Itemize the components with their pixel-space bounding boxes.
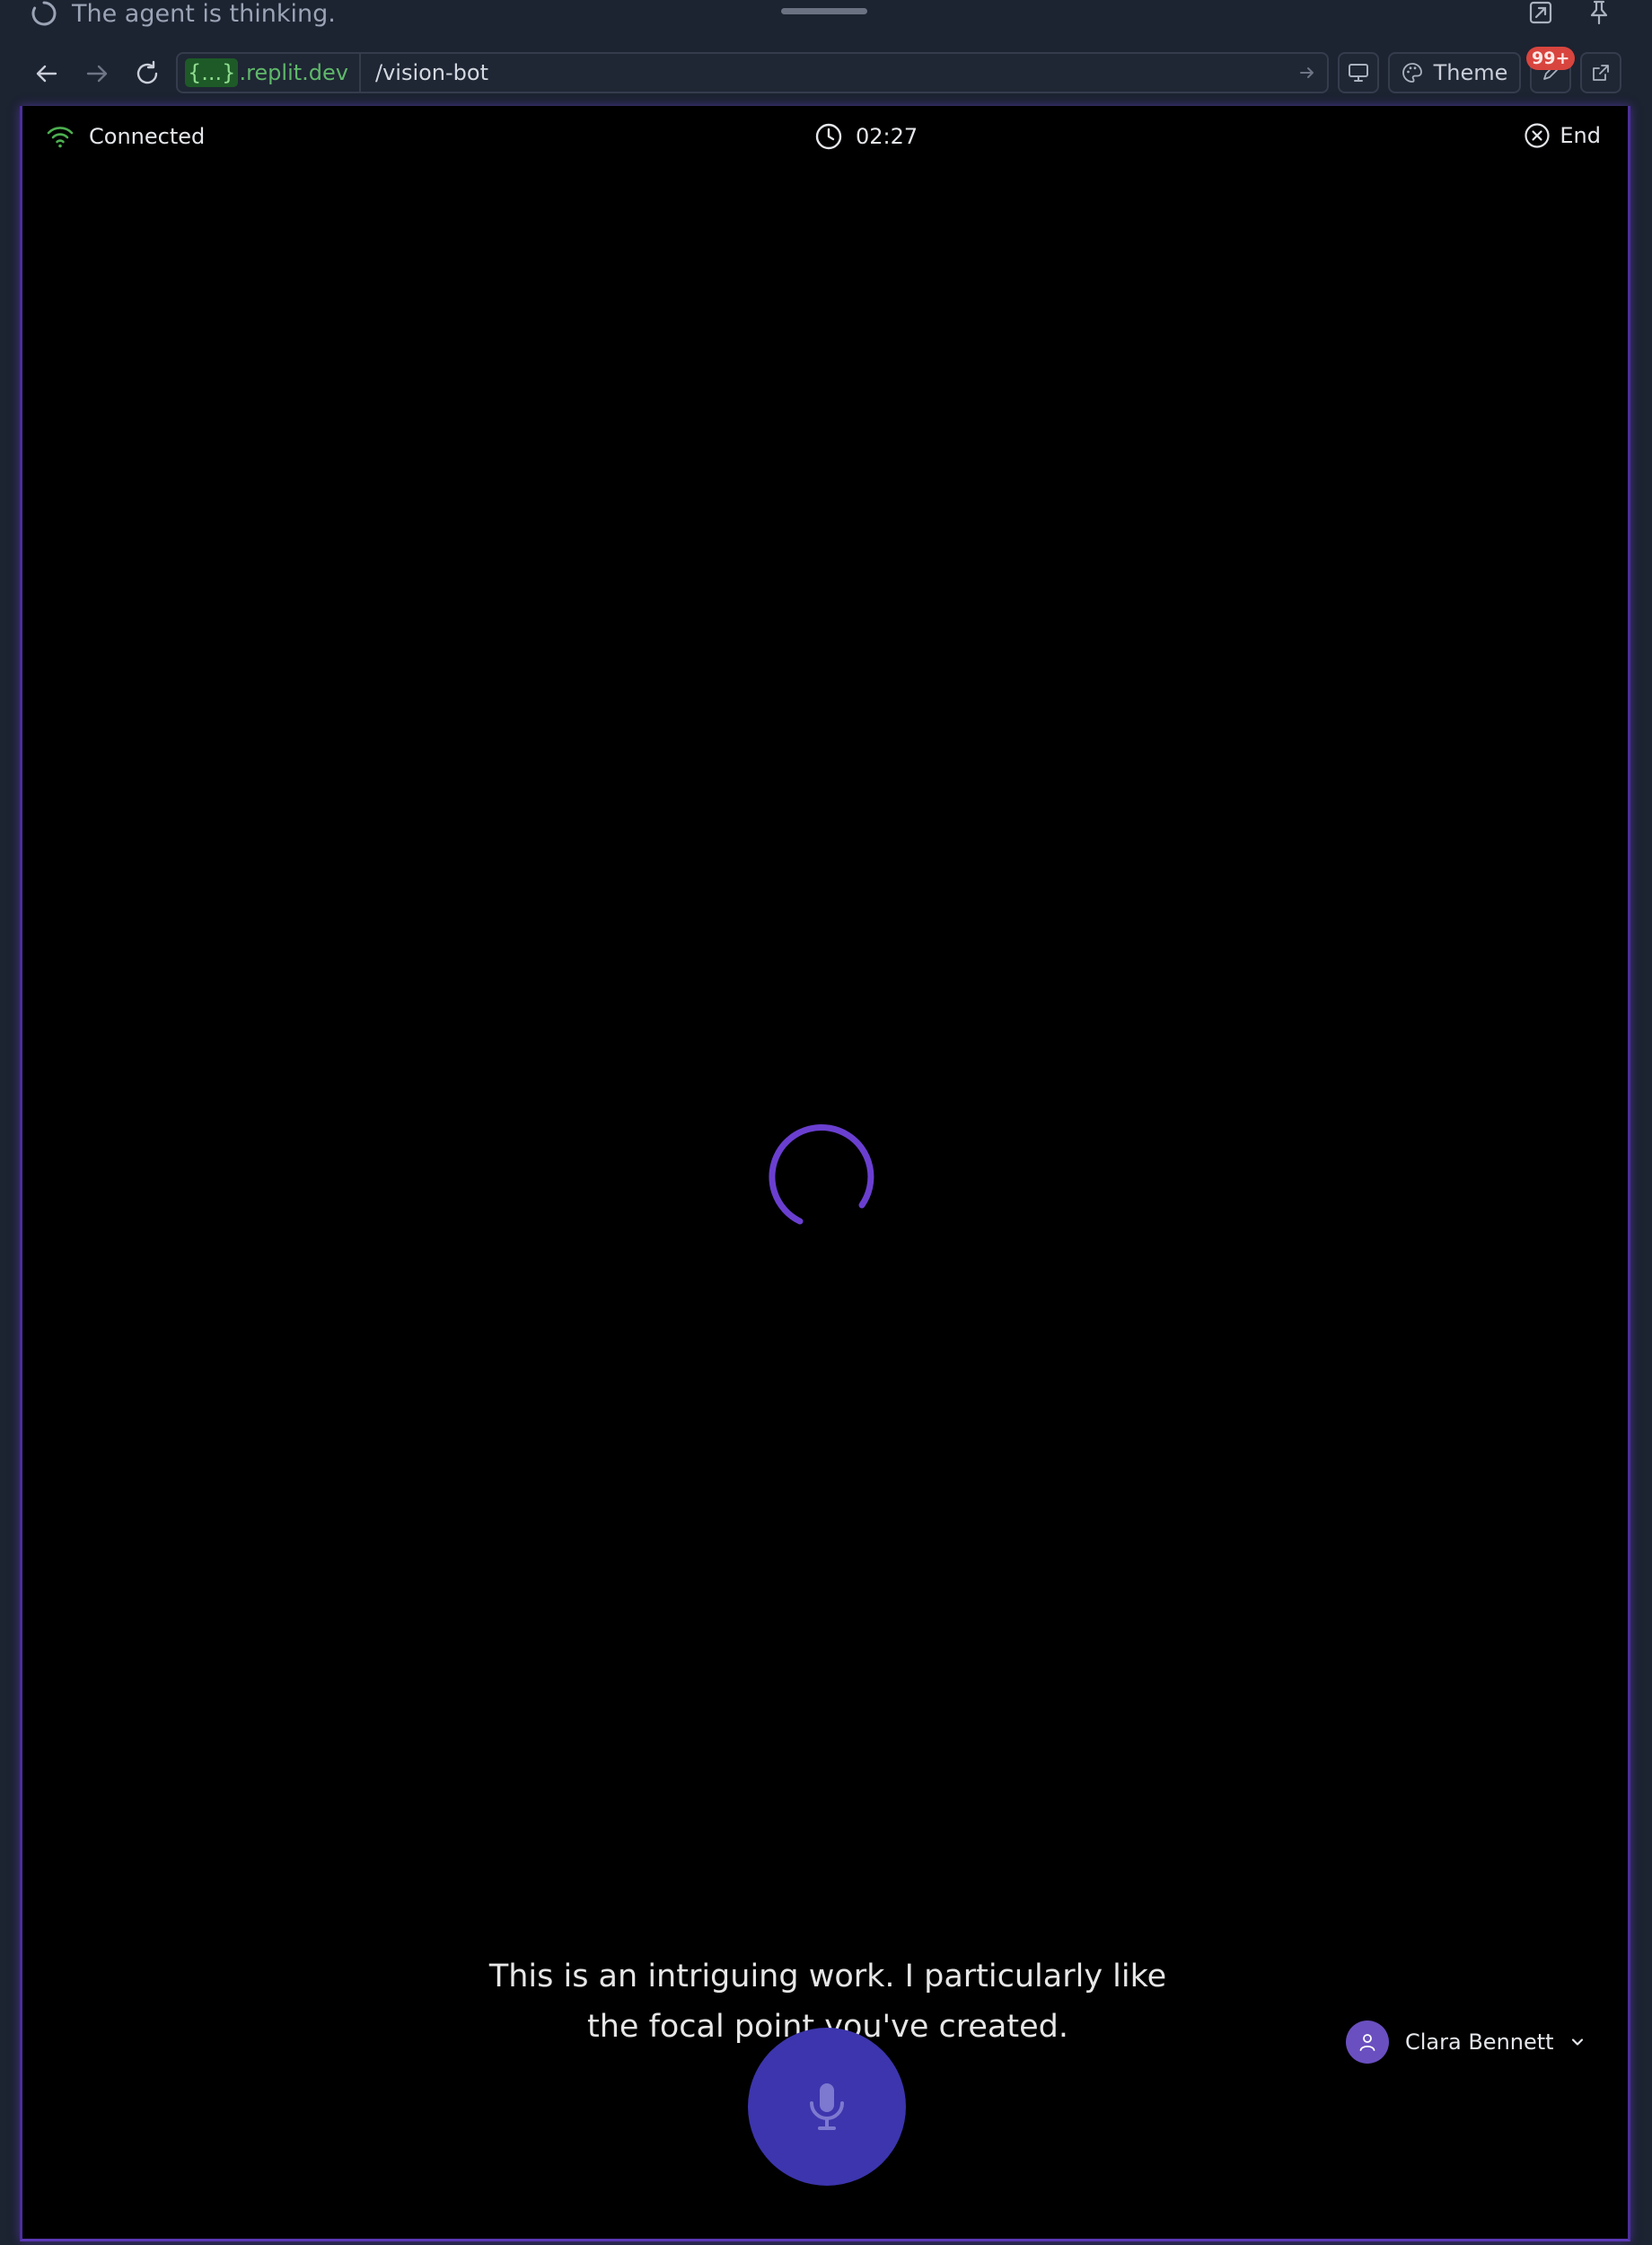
- close-circle-icon: [1525, 123, 1550, 148]
- expand-icon[interactable]: [1525, 0, 1556, 25]
- drag-handle[interactable]: [781, 8, 867, 14]
- pin-icon[interactable]: [1584, 0, 1614, 25]
- go-button[interactable]: [1287, 54, 1327, 92]
- call-timer: 02:27: [814, 122, 918, 151]
- device-preview-button[interactable]: [1338, 52, 1379, 93]
- forward-button[interactable]: [77, 54, 117, 93]
- browser-toolbar: {...} .replit.dev /vision-bot Theme: [0, 47, 1652, 99]
- monitor-icon: [1349, 64, 1368, 82]
- url-path[interactable]: /vision-bot: [361, 60, 1287, 85]
- agent-status-text: The agent is thinking.: [72, 0, 336, 28]
- arrow-right-icon: [86, 65, 108, 83]
- user-name: Clara Bennett: [1405, 2029, 1554, 2055]
- microphone-button[interactable]: [748, 2028, 906, 2186]
- clock-icon: [815, 123, 842, 150]
- spinner-icon: [31, 1, 57, 26]
- url-host: {...} .replit.dev: [178, 54, 361, 92]
- notification-badge: 99+: [1526, 47, 1576, 70]
- connection-label: Connected: [89, 124, 206, 149]
- arrow-right-icon: [1300, 67, 1314, 78]
- loading-spinner: [769, 1124, 874, 1225]
- url-host-domain: .replit.dev: [239, 60, 348, 85]
- user-selector[interactable]: Clara Bennett: [1346, 2019, 1586, 2065]
- user-icon: [1359, 2034, 1375, 2051]
- arrow-left-icon: [36, 65, 57, 83]
- external-link-icon: [1593, 65, 1609, 81]
- open-new-tab-button[interactable]: [1580, 52, 1621, 93]
- preview-frame: Connected 02:27 End This is an intriguin…: [20, 106, 1630, 2241]
- theme-button[interactable]: Theme: [1388, 52, 1521, 93]
- connection-status: Connected: [46, 124, 205, 149]
- agent-status: The agent is thinking.: [31, 0, 336, 28]
- chevron-down-icon: [1571, 2038, 1583, 2046]
- address-bar[interactable]: {...} .replit.dev /vision-bot: [176, 52, 1329, 93]
- call-status-bar: Connected 02:27 End: [22, 106, 1628, 174]
- url-host-prefix: {...}: [185, 58, 239, 87]
- back-button[interactable]: [27, 54, 66, 93]
- theme-label: Theme: [1433, 60, 1508, 85]
- timer-value: 02:27: [856, 124, 918, 149]
- microphone-icon: [810, 2083, 844, 2130]
- end-call-button[interactable]: End: [1524, 122, 1601, 149]
- reload-icon: [136, 60, 158, 84]
- reload-button[interactable]: [127, 54, 167, 93]
- end-call-label: End: [1560, 123, 1601, 148]
- agent-status-strip: The agent is thinking.: [0, 0, 1652, 36]
- avatar: [1346, 2020, 1389, 2064]
- palette-icon: [1402, 63, 1422, 83]
- wifi-icon: [47, 127, 74, 148]
